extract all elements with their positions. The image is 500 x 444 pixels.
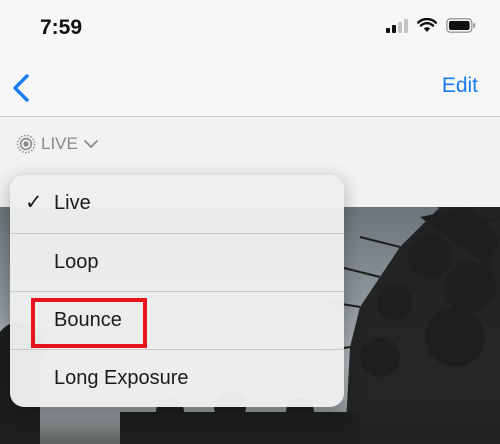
live-toggle-label: LIVE <box>41 134 78 153</box>
menu-item-label: Long Exposure <box>54 367 189 389</box>
live-photo-toggle[interactable]: LIVE <box>16 134 99 154</box>
menu-item-label: Loop <box>54 251 99 273</box>
menu-item-long-exposure[interactable]: Long Exposure <box>10 350 344 407</box>
signal-icon <box>386 18 408 33</box>
status-bar: 7:59 <box>0 0 500 60</box>
live-effects-menu: ✓ Live Loop Bounce Long Exposure <box>10 175 344 407</box>
status-icons <box>386 18 476 33</box>
live-photo-icon <box>16 134 36 154</box>
back-button[interactable] <box>10 72 34 104</box>
status-time: 7:59 <box>40 16 83 39</box>
chevron-left-icon <box>13 74 29 102</box>
menu-item-loop[interactable]: Loop <box>10 234 344 292</box>
menu-item-label: Live <box>54 192 91 214</box>
wifi-icon <box>417 18 437 32</box>
menu-item-live[interactable]: ✓ Live <box>10 175 344 233</box>
chevron-down-icon <box>83 140 98 148</box>
nav-bar: Edit <box>0 60 500 117</box>
battery-icon <box>446 18 476 33</box>
highlight-box <box>31 298 147 348</box>
checkmark-icon: ✓ <box>25 191 43 214</box>
edit-button[interactable]: Edit <box>442 74 478 98</box>
